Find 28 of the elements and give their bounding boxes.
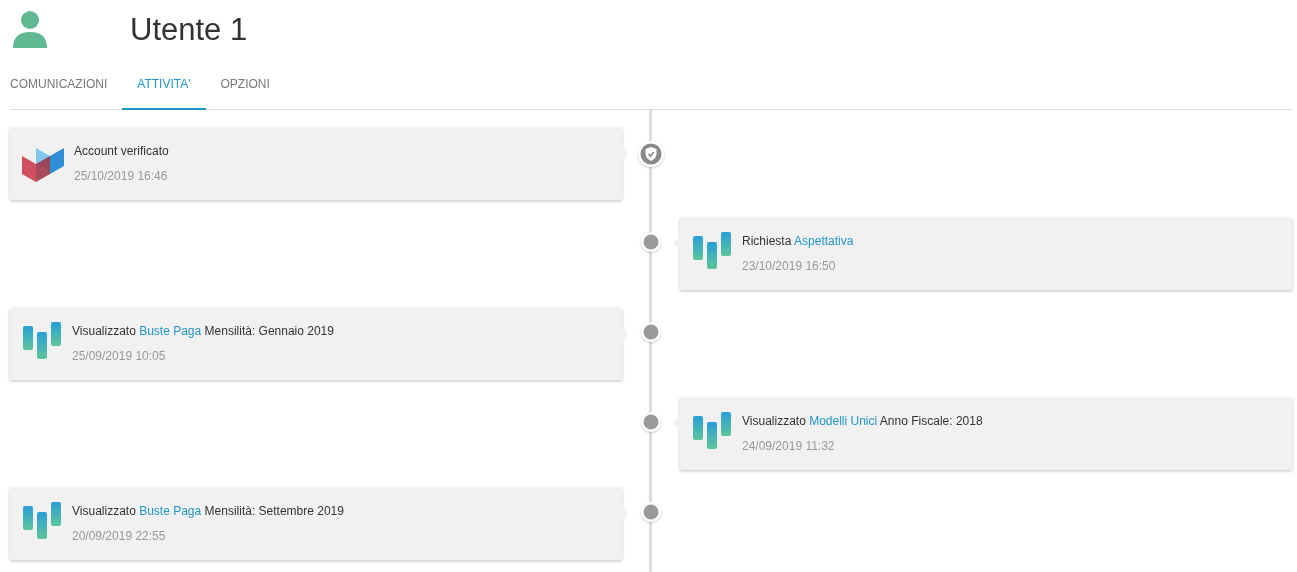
bars-icon (692, 232, 732, 270)
activity-title: Richiesta Aspettativa (742, 234, 854, 248)
activity-link[interactable]: Aspettativa (794, 234, 854, 248)
timeline-dot (640, 411, 662, 433)
activity-title: Visualizzato Modelli Unici Anno Fiscale: 2018 (742, 414, 983, 428)
user-avatar-icon (12, 10, 48, 50)
bars-icon (22, 502, 62, 540)
activity-timestamp: 25/10/2019 16:46 (74, 169, 169, 183)
timeline-dot (640, 231, 662, 253)
timeline-dot (640, 501, 662, 523)
activity-timestamp: 24/09/2019 11:32 (742, 439, 836, 453)
tab[interactable]: ATTIVITA' (122, 60, 206, 110)
activity-link[interactable]: Buste Paga (139, 504, 202, 518)
bars-icon (692, 412, 732, 450)
activity-title: Account verificato (74, 144, 169, 158)
activity-timestamp: 20/09/2019 22:55 (72, 529, 167, 543)
activity-link[interactable]: Modelli Unici (809, 414, 878, 428)
timeline-dot (640, 321, 662, 343)
activity-title: Visualizzato Buste Paga Mensilità: Gennaio 2019 (72, 324, 334, 338)
activity-timestamp: 23/10/2019 16:50 (742, 259, 837, 273)
user-name: Utente 1 (130, 12, 248, 48)
activity-timestamp: 25/09/2019 10:05 (72, 349, 167, 363)
tab[interactable]: OPZIONI (205, 60, 285, 110)
bars-icon (22, 322, 62, 360)
shield-check-icon (637, 140, 665, 168)
tab[interactable]: COMUNICAZIONI (10, 60, 123, 110)
activity-link[interactable]: Buste Paga (139, 324, 202, 338)
activity-title: Visualizzato Buste Paga Mensilità: Settembre 2019 (72, 504, 344, 518)
